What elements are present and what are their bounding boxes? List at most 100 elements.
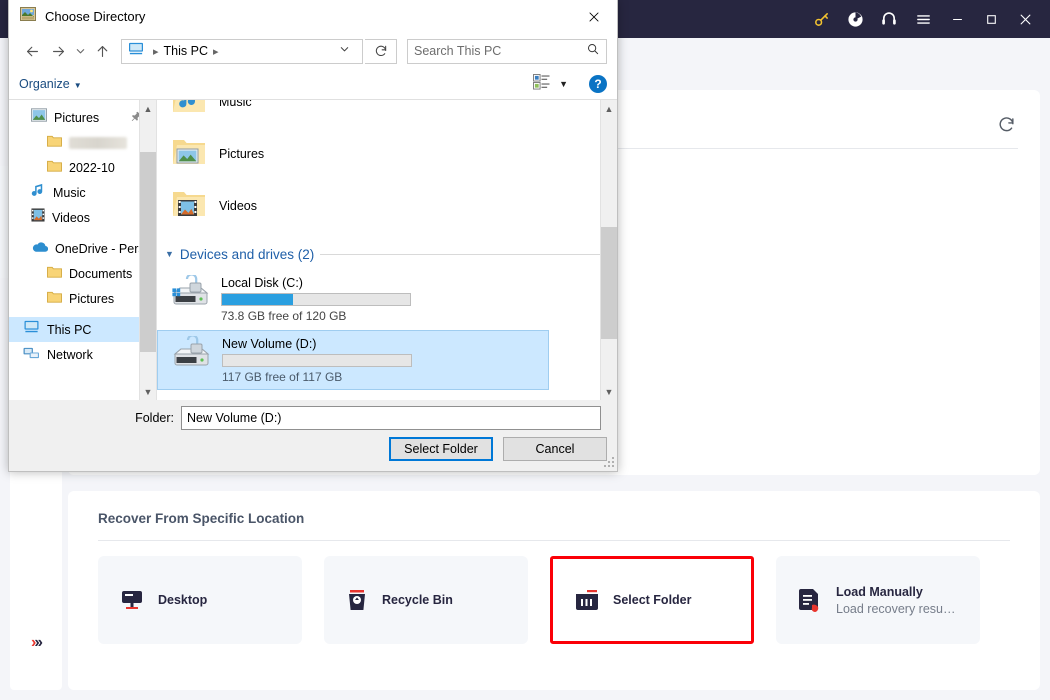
breadcrumb[interactable]: This PC — [164, 44, 208, 58]
tree-item-redacted-folder[interactable] — [9, 130, 156, 155]
tree-item-onedrive[interactable]: OneDrive - Person — [9, 236, 156, 261]
list-item[interactable]: Music — [157, 100, 617, 128]
dialog-footer: Folder: Select Folder Cancel — [9, 400, 617, 470]
search-box[interactable] — [407, 38, 607, 64]
forward-button[interactable] — [45, 38, 71, 64]
list-item-label: Music — [219, 100, 252, 109]
tree-item-label: Videos — [52, 210, 90, 225]
tree-item-label — [69, 136, 127, 149]
history-dropdown-icon[interactable] — [71, 38, 89, 64]
resize-grip[interactable] — [602, 455, 614, 467]
back-button[interactable] — [19, 38, 45, 64]
folder-input[interactable] — [181, 406, 601, 430]
key-icon[interactable] — [804, 0, 838, 38]
folder-label: Folder: — [135, 411, 174, 425]
headset-icon[interactable] — [872, 0, 906, 38]
folder-icon — [47, 290, 62, 308]
tree-item-pictures[interactable]: Pictures — [9, 105, 156, 130]
expand-rail-button[interactable]: › ›› — [10, 634, 62, 652]
tree-item-music[interactable]: Music — [9, 180, 156, 205]
scrollbar-thumb[interactable] — [140, 152, 156, 352]
file-list-scrollbar[interactable]: ▲ ▼ — [600, 100, 617, 400]
maximize-icon[interactable] — [974, 0, 1008, 38]
list-item-label: Videos — [219, 199, 257, 213]
cancel-button[interactable]: Cancel — [503, 437, 607, 461]
scroll-up-icon[interactable]: ▲ — [601, 100, 617, 117]
tree-item-label: Network — [47, 347, 93, 362]
location-desktop[interactable]: Desktop — [98, 556, 302, 644]
refresh-icon[interactable] — [994, 112, 1018, 136]
location-label: Load Manually — [836, 584, 923, 599]
chevron-down-icon[interactable]: ▼ — [165, 249, 174, 259]
organize-menu-button[interactable]: Organize ▼ — [19, 77, 82, 91]
location-recycle-bin[interactable]: Recycle Bin — [324, 556, 528, 644]
drive-size: 117 GB free of 117 GB — [222, 370, 343, 384]
dialog-content: Pictures 2022-10 Music Videos OneDrive -… — [9, 100, 617, 400]
caret-down-icon: ▼ — [73, 81, 82, 90]
close-icon[interactable] — [571, 0, 617, 33]
list-item[interactable]: Videos — [157, 180, 617, 232]
address-bar[interactable]: ▸ This PC ▸ — [121, 38, 363, 64]
section-heading: Recover From Specific Location — [98, 511, 305, 526]
scrollbar-thumb[interactable] — [601, 227, 617, 339]
tree-item-documents[interactable]: Documents — [9, 261, 156, 286]
view-caret-icon[interactable]: ▼ — [555, 79, 572, 89]
file-list: Music Pictures Videos ▼ Devices and driv… — [157, 100, 617, 400]
drive-item-local-disk-c[interactable]: Local Disk (C:) 73.8 GB free of 120 GB — [157, 270, 549, 328]
scroll-up-icon[interactable]: ▲ — [140, 100, 156, 117]
organize-label: Organize — [19, 77, 70, 91]
view-layout-icon[interactable] — [533, 73, 550, 95]
tree-scrollbar[interactable]: ▲ ▼ — [139, 100, 156, 400]
divider — [98, 540, 1010, 541]
tree-item-label: Pictures — [54, 110, 100, 125]
drive-usage-bar — [221, 293, 411, 306]
this-pc-icon — [23, 320, 40, 339]
list-item[interactable]: Pictures — [157, 128, 617, 180]
scroll-down-icon[interactable]: ▼ — [140, 383, 156, 400]
scroll-down-icon[interactable]: ▼ — [601, 383, 617, 400]
drive-item-new-volume-d[interactable]: New Volume (D:) 117 GB free of 117 GB — [157, 330, 549, 390]
hdd-icon — [0, 209, 4, 235]
search-input[interactable] — [414, 44, 586, 58]
dialog-titlebar: Choose Directory — [9, 0, 617, 33]
location-load-manually[interactable]: Load Manually Load recovery result (*… — [776, 556, 980, 644]
location-label: Desktop — [158, 593, 208, 607]
folder-icon — [47, 134, 62, 152]
breadcrumb-separator: ▸ — [153, 45, 159, 58]
tree-item-label: Documents — [69, 266, 133, 281]
network-icon — [23, 345, 40, 365]
refresh-icon[interactable] — [365, 38, 397, 64]
pictures-folder-icon — [171, 136, 207, 173]
tree-item-this-pc[interactable]: This PC — [9, 317, 156, 342]
tree-item-2022-10[interactable]: 2022-10 — [9, 155, 156, 180]
list-item-label: Pictures — [219, 147, 265, 161]
group-header-devices-and-drives[interactable]: ▼ Devices and drives (2) — [157, 240, 617, 268]
music-icon — [31, 183, 46, 202]
select-folder-button[interactable]: Select Folder — [389, 437, 493, 461]
recover-specific-location-card: Recover From Specific Location Desktop R… — [68, 491, 1040, 690]
drive-size: 73.8 GB free of 120 GB — [221, 309, 347, 323]
monitor-icon — [120, 588, 144, 612]
folder-icon — [47, 159, 62, 177]
tree-item-videos[interactable]: Videos — [9, 205, 156, 230]
up-button[interactable] — [89, 38, 115, 64]
music-folder-icon — [171, 100, 207, 121]
app-icon — [20, 6, 36, 27]
location-select-folder[interactable]: Select Folder — [550, 556, 754, 644]
dialog-navbar: ▸ This PC ▸ — [9, 33, 617, 69]
local-disk-icon — [172, 334, 212, 375]
help-icon[interactable]: ? — [589, 75, 607, 93]
chevron-down-icon[interactable] — [331, 42, 358, 60]
disc-icon[interactable] — [838, 0, 872, 38]
tree-item-network[interactable]: Network — [9, 342, 156, 367]
tree-item-pictures-onedrive[interactable]: Pictures — [9, 286, 156, 311]
videos-icon — [31, 208, 45, 227]
close-icon[interactable] — [1008, 0, 1042, 38]
choose-directory-dialog: Choose Directory ▸ This PC ▸ Search This… — [8, 0, 618, 472]
tree-item-label: Pictures — [69, 291, 115, 306]
locations-list: Desktop Recycle Bin Select Folder Load M… — [98, 556, 980, 644]
this-pc-icon — [128, 42, 144, 61]
minimize-icon[interactable] — [940, 0, 974, 38]
drive-name: Local Disk (C:) — [221, 276, 303, 290]
menu-icon[interactable] — [906, 0, 940, 38]
